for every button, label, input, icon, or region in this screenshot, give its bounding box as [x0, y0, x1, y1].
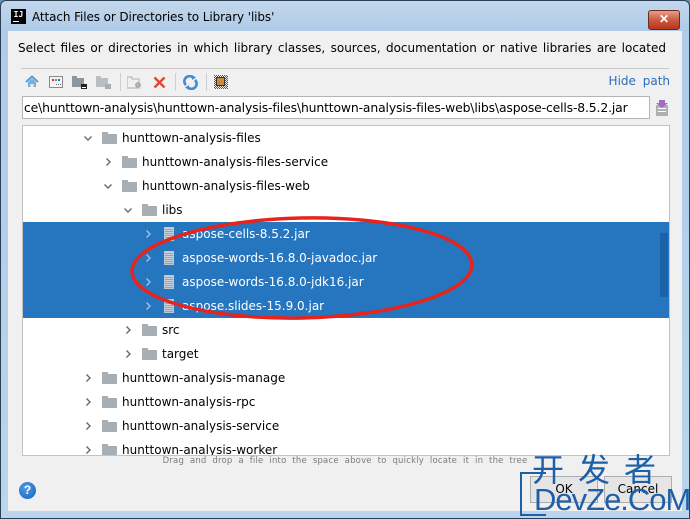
folder-icon [142, 348, 157, 360]
cancel-button[interactable]: Cancel [604, 476, 672, 503]
desktop-icon [49, 76, 63, 88]
close-button[interactable]: ✕ [648, 10, 680, 30]
delete-button[interactable] [149, 72, 169, 92]
tree-row-label: libs [162, 203, 183, 217]
show-hidden-icon [214, 75, 228, 89]
show-hidden-button[interactable] [211, 72, 231, 92]
chevron-right-icon[interactable] [82, 396, 94, 408]
tree-row-label: target [162, 347, 199, 361]
tree-row-label: hunttown-analysis-files [122, 131, 261, 145]
path-field[interactable]: ce\hunttown-analysis\hunttown-analysis-f… [22, 96, 650, 119]
folder-icon [122, 180, 137, 192]
tree-row-folder[interactable]: hunttown-analysis-files [23, 126, 669, 150]
chevron-down-icon[interactable] [102, 180, 114, 192]
chevron-right-icon[interactable] [102, 156, 114, 168]
chevron-right-icon[interactable] [82, 444, 94, 455]
tree-row-folder[interactable]: hunttown-analysis-files-web [23, 174, 669, 198]
tree-row-label: hunttown-analysis-worker [122, 443, 278, 456]
chevron-right-icon[interactable] [82, 372, 94, 384]
ok-button[interactable]: OK [530, 476, 598, 503]
tree-row-label: hunttown-analysis-rpc [122, 395, 256, 409]
toolbar-separator [120, 73, 121, 91]
title-bar[interactable]: IJ Attach Files or Directories to Librar… [1, 1, 689, 31]
tree-row-label: hunttown-analysis-files-service [142, 155, 329, 169]
tree-row-jar[interactable]: aspose-cells-8.5.2.jar [23, 222, 669, 246]
tree-row-label: hunttown-analysis-manage [122, 371, 286, 385]
folder-icon [102, 420, 117, 432]
tree-row-folder[interactable]: hunttown-analysis-files-service [23, 150, 669, 174]
tree-row-folder[interactable]: src [23, 318, 669, 342]
tree-row-label: aspose-words-16.8.0-jdk16.jar [182, 275, 364, 289]
new-folder-icon [127, 76, 141, 88]
chevron-right-icon[interactable] [142, 228, 154, 240]
jar-file-icon [164, 275, 174, 289]
file-tree[interactable]: hunttown-analysis-files hunttown-analysis… [22, 125, 670, 456]
intellij-app-icon: IJ [11, 9, 26, 24]
chevron-right-icon[interactable] [122, 324, 134, 336]
folder-icon [102, 444, 117, 455]
jar-file-icon [164, 251, 174, 265]
help-button[interactable]: ? [19, 482, 36, 499]
refresh-icon [182, 74, 198, 90]
tree-scrollbar-thumb[interactable] [660, 233, 668, 297]
toolbar [22, 72, 235, 92]
tree-row-label: hunttown-analysis-service [122, 419, 280, 433]
home-icon [25, 75, 39, 87]
chevron-right-icon[interactable] [142, 252, 154, 264]
chevron-right-icon[interactable] [142, 276, 154, 288]
folder-icon [102, 132, 117, 144]
project-button[interactable] [70, 72, 90, 92]
toolbar-separator [175, 73, 176, 91]
folder-icon [142, 204, 157, 216]
divider [21, 68, 669, 69]
folder-icon [122, 156, 137, 168]
chevron-right-icon[interactable] [82, 420, 94, 432]
tree-row-folder[interactable]: hunttown-analysis-service [23, 414, 669, 438]
paste-path-button[interactable] [655, 100, 669, 117]
tree-row-label: aspose-words-16.8.0-javadoc.jar [182, 251, 378, 265]
folder-icon [102, 396, 117, 408]
tree-row-folder[interactable]: libs [23, 198, 669, 222]
delete-icon [153, 76, 165, 88]
module-icon [96, 75, 111, 89]
tree-row-label: src [162, 323, 180, 337]
drop-hint-text: Drag and drop a file into the space abov… [162, 456, 528, 466]
chevron-down-icon[interactable] [122, 204, 134, 216]
tree-row-jar[interactable]: aspose.slides-15.9.0.jar [23, 294, 669, 318]
tree-row-jar[interactable]: aspose-words-16.8.0-javadoc.jar [23, 246, 669, 270]
tree-row-folder[interactable]: target [23, 342, 669, 366]
tree-row-folder[interactable]: hunttown-analysis-rpc [23, 390, 669, 414]
description-text: Select files or directories in which lib… [18, 41, 666, 55]
tree-row-folder[interactable]: hunttown-analysis-worker [23, 438, 669, 456]
chevron-down-icon[interactable] [82, 132, 94, 144]
jar-file-icon [164, 227, 174, 241]
tree-row-label: hunttown-analysis-files-web [142, 179, 310, 193]
module-button[interactable] [94, 72, 114, 92]
tree-row-label: aspose-cells-8.5.2.jar [182, 227, 310, 241]
tree-row-jar[interactable]: aspose-words-16.8.0-jdk16.jar [23, 270, 669, 294]
dialog-title: Attach Files or Directories to Library '… [32, 10, 275, 24]
home-button[interactable] [22, 72, 42, 92]
paste-path-icon [656, 100, 668, 116]
refresh-button[interactable] [180, 72, 200, 92]
folder-icon [102, 372, 117, 384]
new-folder-button[interactable] [125, 72, 145, 92]
chevron-right-icon[interactable] [142, 300, 154, 312]
hide-path-link[interactable]: Hide path [609, 74, 670, 88]
jar-file-icon [164, 299, 174, 313]
tree-row-label: aspose.slides-15.9.0.jar [182, 299, 325, 313]
chevron-right-icon[interactable] [122, 348, 134, 360]
project-icon [72, 75, 87, 89]
toolbar-separator [206, 73, 207, 91]
folder-icon [142, 324, 157, 336]
tree-row-folder[interactable]: hunttown-analysis-manage [23, 366, 669, 390]
desktop-button[interactable] [46, 72, 66, 92]
